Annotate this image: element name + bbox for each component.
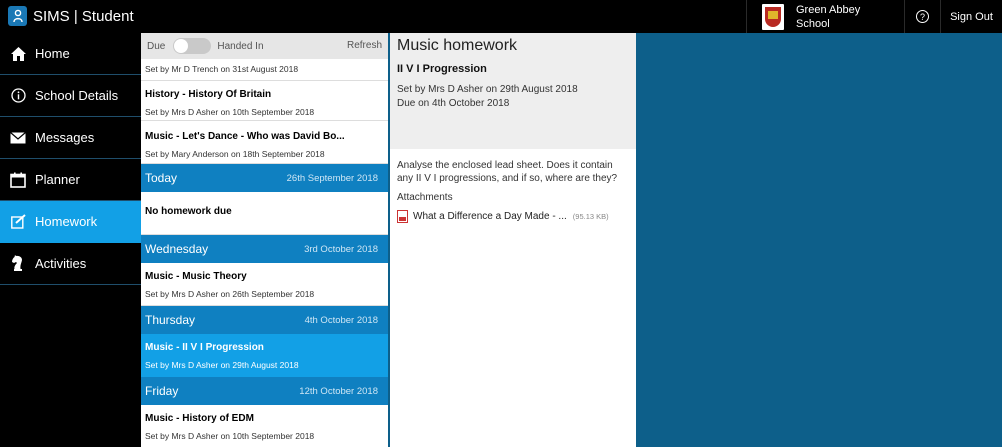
detail-set-by: Set by Mrs D Asher on 29th August 2018 xyxy=(397,84,578,95)
homework-title: Music - Let's Dance - Who was David Bo..… xyxy=(145,131,345,142)
sidebar-item-messages[interactable]: Messages xyxy=(0,117,141,159)
homework-detail-panel: Music homework II V I Progression Set by… xyxy=(390,33,636,447)
list-item-selected[interactable]: Music - II V I Progression Set by Mrs D … xyxy=(141,334,388,377)
homework-list-panel: Due Handed In Refresh Set by Mr D Trench… xyxy=(141,33,388,447)
help-icon: ? xyxy=(916,10,929,23)
pdf-file-icon xyxy=(397,210,408,223)
detail-description: Analyse the enclosed lead sheet. Does it… xyxy=(397,160,618,184)
sidebar-item-label: Homework xyxy=(35,214,98,229)
homework-title: Music - Music Theory xyxy=(145,271,247,282)
calendar-icon xyxy=(10,172,26,188)
refresh-button[interactable]: Refresh xyxy=(347,40,382,51)
attachments-label: Attachments xyxy=(397,192,453,203)
help-button[interactable]: ? xyxy=(904,0,940,33)
sidebar-item-label: Home xyxy=(35,46,70,61)
attachment-size: (95.13 KB) xyxy=(572,212,609,221)
day-group-header: Wednesday 3rd October 2018 xyxy=(141,235,388,263)
group-day: Today xyxy=(145,171,178,185)
list-toolbar: Due Handed In Refresh xyxy=(141,33,388,59)
homework-set-by: Set by Mrs D Asher on 10th September 201… xyxy=(145,107,315,117)
list-item[interactable]: Music - Music Theory Set by Mrs D Asher … xyxy=(141,263,388,306)
list-item[interactable]: History - History Of Britain Set by Mrs … xyxy=(141,81,388,121)
list-item[interactable]: Music - Let's Dance - Who was David Bo..… xyxy=(141,121,388,164)
day-group-header: Today 26th September 2018 xyxy=(141,164,388,192)
group-day: Thursday xyxy=(145,313,196,327)
homework-icon xyxy=(10,214,26,230)
app-title: SIMS | Student xyxy=(33,7,134,25)
group-date: 12th October 2018 xyxy=(299,385,378,397)
day-group-header: Thursday 4th October 2018 xyxy=(141,306,388,334)
detail-body: Analyse the enclosed lead sheet. Does it… xyxy=(390,149,636,233)
homework-set-by: Set by Mrs D Asher on 10th September 201… xyxy=(145,431,315,441)
detail-due-date: Due on 4th October 2018 xyxy=(397,98,510,109)
chess-knight-icon xyxy=(10,255,26,272)
list-item: No homework due xyxy=(141,192,388,235)
group-day: Wednesday xyxy=(145,242,209,256)
homework-set-by: Set by Mrs D Asher on 29th August 2018 xyxy=(145,360,299,370)
sidebar-item-label: Messages xyxy=(35,130,95,145)
info-icon xyxy=(10,88,26,104)
group-day: Friday xyxy=(145,384,179,398)
sidebar-item-home[interactable]: Home xyxy=(0,33,141,75)
homework-title: Music - History of EDM xyxy=(145,413,254,424)
toggle-handed-in-label: Handed In xyxy=(217,40,264,52)
sidebar-item-activities[interactable]: Activities xyxy=(0,243,141,285)
school-selector[interactable]: Green Abbey School xyxy=(746,0,904,33)
top-bar: SIMS | Student Green Abbey School ? Sign… xyxy=(0,0,1002,33)
school-name: Green Abbey School xyxy=(796,3,861,30)
group-date: 26th September 2018 xyxy=(286,172,378,184)
due-handed-in-toggle[interactable] xyxy=(173,38,212,54)
no-homework-text: No homework due xyxy=(145,206,232,217)
sidebar-item-school-details[interactable]: School Details xyxy=(0,75,141,117)
attachment-link[interactable]: What a Difference a Day Made - ... (95.1… xyxy=(397,210,629,223)
homework-title: History - History Of Britain xyxy=(145,89,272,100)
homework-set-by: Set by Mrs D Asher on 26th September 201… xyxy=(145,289,315,299)
homework-set-by: Set by Mr D Trench on 31st August 2018 xyxy=(145,64,299,74)
sidebar-item-label: Planner xyxy=(35,172,80,187)
group-date: 3rd October 2018 xyxy=(304,243,378,255)
attachment-name: What a Difference a Day Made - ... xyxy=(413,211,567,222)
home-icon xyxy=(10,46,26,62)
sidebar: Home School Details Messages Planner Hom… xyxy=(0,33,141,447)
homework-title: Music - II V I Progression xyxy=(145,342,264,353)
detail-meta: Set by Mrs D Asher on 29th August 2018 D… xyxy=(397,83,629,111)
sims-logo-icon xyxy=(8,6,27,26)
detail-heading: Music homework xyxy=(397,37,518,54)
detail-title: II V I Progression xyxy=(397,63,487,75)
sign-out-button[interactable]: Sign Out xyxy=(940,0,1002,33)
sidebar-item-label: School Details xyxy=(35,88,119,103)
sidebar-item-label: Activities xyxy=(35,256,87,271)
toggle-due-label: Due xyxy=(147,40,166,52)
list-item[interactable]: Set by Mr D Trench on 31st August 2018 xyxy=(141,59,388,81)
day-group-header: Friday 12th October 2018 xyxy=(141,377,388,405)
list-item[interactable]: Music - History of EDM Set by Mrs D Ashe… xyxy=(141,405,388,447)
detail-header: Music homework II V I Progression Set by… xyxy=(390,33,636,149)
group-date: 4th October 2018 xyxy=(304,314,378,326)
sidebar-item-planner[interactable]: Planner xyxy=(0,159,141,201)
app-brand[interactable]: SIMS | Student xyxy=(8,6,134,26)
homework-set-by: Set by Mary Anderson on 18th September 2… xyxy=(145,149,325,159)
envelope-icon xyxy=(10,130,26,146)
school-crest-icon xyxy=(762,3,784,30)
sidebar-item-homework[interactable]: Homework xyxy=(0,201,141,243)
